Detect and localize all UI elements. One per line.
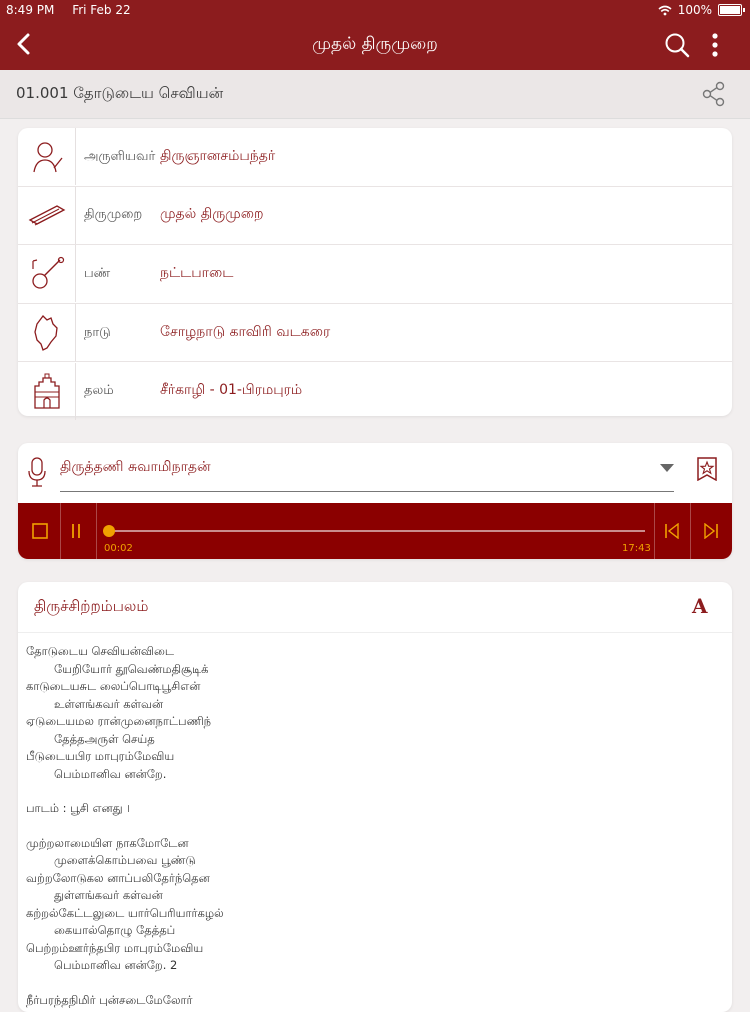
lyric-line: தோடுடைய செவியன்விடை bbox=[26, 644, 175, 658]
skip-next-icon bbox=[704, 523, 718, 539]
lyric-line: யேறியோர் தூவெண்மதிசூடிக் bbox=[54, 661, 209, 676]
search-icon[interactable] bbox=[662, 30, 692, 60]
lyric-gap bbox=[26, 783, 732, 800]
info-key: அருளியவர் bbox=[84, 148, 156, 164]
lyric-line: பீடுடையபிர மாபுரம்மேவிய bbox=[26, 749, 175, 763]
song-header: 01.001 தோடுடைய செவியன் bbox=[0, 70, 750, 119]
palm-leaf-icon bbox=[18, 186, 76, 244]
lyric-line: கற்றல்கேட்டலுடை யார்பெரியார்கழல் bbox=[26, 905, 224, 920]
lyric-line: உள்ளங்கவர் கள்வன் bbox=[54, 696, 164, 711]
lyrics-text: தோடுடைய செவியன்விடை யேறியோர் தூவெண்மதிசூட… bbox=[18, 633, 732, 1009]
info-value[interactable]: சீர்காழி - 01-பிரமபுரம் bbox=[160, 382, 302, 400]
progress-thumb[interactable] bbox=[103, 525, 116, 537]
lyric-line: துள்ளங்கவர் கள்வன் bbox=[54, 888, 163, 902]
wifi-icon bbox=[658, 5, 672, 15]
lyric-line: பெற்றம்ஊர்ந்தபிர மாபுரம்மேவிய bbox=[26, 940, 204, 955]
lyric-line: வற்றலோடுகல னாப்பலிதேர்ந்தென bbox=[26, 870, 210, 885]
lyric-gap bbox=[26, 975, 732, 992]
progress-track[interactable] bbox=[108, 530, 645, 532]
page-title: முதல் திருமுறை bbox=[312, 34, 438, 54]
temple-icon bbox=[18, 362, 76, 420]
share-icon[interactable] bbox=[700, 80, 728, 108]
more-options-icon[interactable] bbox=[704, 30, 726, 60]
lyric-line: பெம்மானிவ னன்றே. bbox=[54, 766, 167, 781]
info-value[interactable]: திருஞானசம்பந்தர் bbox=[160, 148, 275, 166]
saint-icon bbox=[18, 128, 76, 186]
divider bbox=[96, 503, 97, 559]
status-time: 8:49 PM bbox=[6, 3, 55, 17]
navigation-bar: முதல் திருமுறை bbox=[0, 20, 750, 70]
skip-previous-icon bbox=[665, 523, 679, 539]
microphone-icon bbox=[28, 457, 46, 487]
status-bar: 8:49 PM Fri Feb 22 100% bbox=[0, 0, 750, 20]
info-key: தலம் bbox=[84, 383, 114, 399]
info-value[interactable]: சோழநாடு காவிரி வடகரை bbox=[160, 324, 330, 342]
lyric-line: காடுடையசுட லைப்பொடிபூசிஎன் bbox=[26, 679, 201, 693]
map-icon bbox=[18, 304, 76, 362]
bookmark-star-icon[interactable] bbox=[696, 457, 718, 481]
lyric-line: கையால்தொழு தேத்தப் bbox=[54, 923, 176, 937]
info-row-thirumurai: திருமுறை முதல் திருமுறை bbox=[18, 186, 732, 246]
audio-card: திருத்தணி சுவாமிநாதன் 00:02 17:43 bbox=[18, 443, 732, 559]
stop-icon bbox=[32, 523, 48, 539]
song-info-card: அருளியவர் திருஞானசம்பந்தர் திருமுறை முதல… bbox=[18, 128, 732, 420]
lyric-line: தேத்தஅருள் செய்த bbox=[54, 731, 155, 746]
previous-button[interactable] bbox=[654, 503, 690, 559]
font-size-icon[interactable]: A bbox=[692, 594, 708, 618]
song-title: 01.001 தோடுடைய செவியன் bbox=[16, 84, 224, 102]
lyrics-title: திருச்சிற்றம்பலம் bbox=[34, 597, 149, 615]
elapsed-time: 00:02 bbox=[104, 543, 133, 554]
lyric-gap bbox=[26, 818, 732, 835]
info-row-temple: தலம் சீர்காழி - 01-பிரமபுரம் bbox=[18, 362, 732, 420]
battery-icon bbox=[718, 4, 745, 16]
select-underline bbox=[60, 491, 674, 492]
info-row-author: அருளியவர் திருஞானசம்பந்தர் bbox=[18, 128, 732, 187]
pause-icon bbox=[72, 524, 80, 538]
lyrics-header: திருச்சிற்றம்பலம் A bbox=[18, 582, 732, 633]
lyric-line: பெம்மானிவ னன்றே. 2 bbox=[54, 958, 178, 972]
lyric-line: முற்றலாமையிள நாகமோடேன bbox=[26, 835, 189, 850]
info-row-region: நாடு சோழநாடு காவிரி வடகரை bbox=[18, 304, 732, 363]
status-date: Fri Feb 22 bbox=[72, 3, 131, 17]
info-key: பண் bbox=[84, 265, 111, 281]
info-key: நாடு bbox=[84, 324, 111, 340]
info-row-pann: பண் நட்டபாடை bbox=[18, 245, 732, 304]
info-key: திருமுறை bbox=[84, 207, 143, 223]
battery-percent: 100% bbox=[677, 3, 712, 17]
lyrics-card: திருச்சிற்றம்பலம் A தோடுடைய செவியன்விடை ய… bbox=[18, 582, 732, 1012]
next-button[interactable] bbox=[691, 503, 731, 559]
dropdown-arrow-icon[interactable] bbox=[659, 463, 675, 473]
singer-select[interactable]: திருத்தணி சுவாமிநாதன் bbox=[60, 459, 211, 477]
pause-button[interactable] bbox=[56, 503, 96, 559]
veena-icon bbox=[18, 245, 76, 303]
total-time: 17:43 bbox=[622, 543, 651, 554]
lyric-line: முளைக்கொம்பவை பூண்டு bbox=[54, 853, 196, 867]
lyric-line: ஏடுடையமல ரான்முனைநாட்பணிந் bbox=[26, 714, 212, 728]
audio-player: 00:02 17:43 bbox=[18, 503, 732, 559]
lyric-line: நீர்பரந்தநிமிர் புன்சடைமேலோர் bbox=[26, 992, 193, 1007]
stop-button[interactable] bbox=[20, 503, 60, 559]
info-value[interactable]: நட்டபாடை bbox=[160, 265, 233, 283]
info-value[interactable]: முதல் திருமுறை bbox=[160, 206, 264, 224]
lyric-line: பாடம் : பூசி எனது । bbox=[26, 801, 131, 815]
